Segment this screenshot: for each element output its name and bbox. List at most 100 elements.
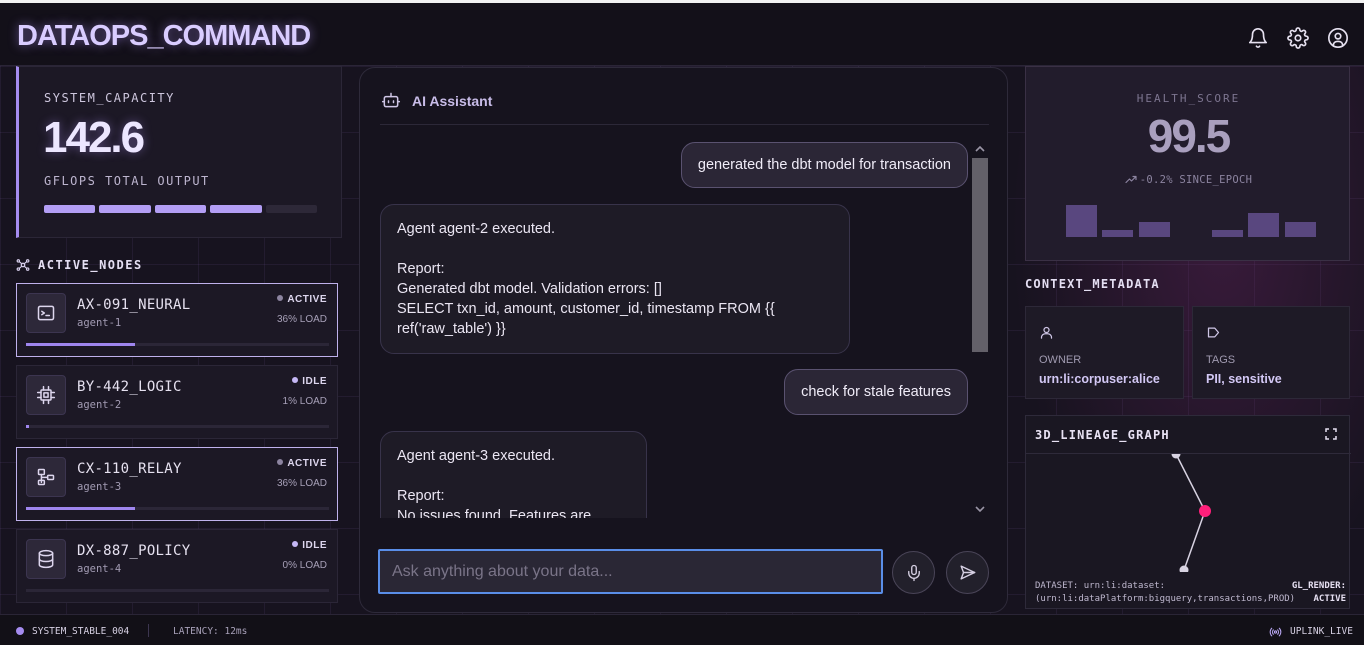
chat-input[interactable] [378,549,883,594]
tags-label: TAGS [1206,354,1236,366]
agent-message: Agent agent-2 executed. Report: Generate… [380,204,850,354]
capacity-label: SYSTEM_CAPACITY [44,91,175,105]
capacity-segment [210,205,262,213]
terminal-icon [37,305,55,321]
capacity-segment [44,205,96,213]
capacity-segment [99,205,151,213]
node-load-bar [26,589,329,592]
lineage-node[interactable] [1171,454,1181,459]
status-text: IDLE [302,540,327,551]
tags-card: TAGS PII, sensitive [1192,306,1350,399]
status-dot [277,295,284,301]
tag-icon [1207,327,1220,338]
health-bar [1138,221,1170,237]
status-text: IDLE [302,376,327,387]
chat-messages[interactable]: generated the dbt model for transaction … [360,138,970,518]
node-card[interactable]: CX-110_RELAY agent-3 ACTIVE 36% LOAD [16,447,338,521]
node-load-bar [26,343,329,346]
node-load-fill [26,507,136,510]
workflow-icon [37,468,55,486]
cpu-icon [36,385,56,405]
gl-render-status: GL_RENDER: ACTIVE [1292,580,1346,605]
lineage-node-selected[interactable] [1199,505,1211,517]
send-icon [960,565,976,580]
broadcast-icon [1269,627,1282,637]
status-badge: ACTIVE [277,294,327,305]
node-name: DX-887_POLICY [77,543,191,559]
owner-card: OWNER urn:li:corpuser:alice [1025,306,1184,399]
capacity-unit: GFLOPS TOTAL OUTPUT [44,174,210,188]
capacity-bar [44,205,318,213]
chat-divider [380,124,989,125]
dataset-line-1: DATASET: urn:li:dataset: [1035,581,1166,591]
status-dot [292,377,299,383]
status-badge: ACTIVE [277,458,327,469]
microphone-icon [907,564,920,581]
health-score-card: HEALTH_SCORE 99.5 -0.2% SINCE_EPOCH [1025,66,1350,261]
user-circle-icon[interactable] [1327,27,1349,49]
health-value: 99.5 [1147,110,1232,162]
node-agent: agent-4 [77,563,122,575]
lineage-node[interactable] [1179,565,1189,573]
dataset-line-2: (urn:li:dataPlatform:bigquery,transactio… [1035,593,1296,604]
status-dot [16,627,24,635]
status-dot [292,541,299,547]
node-icon-box [26,457,66,497]
owner-label: OWNER [1039,354,1082,366]
expand-icon[interactable] [1325,428,1337,440]
node-agent: agent-2 [77,399,122,411]
node-load-fill [26,343,136,346]
status-dot [277,459,284,465]
node-name: CX-110_RELAY [77,461,182,477]
ai-assistant-panel: AI Assistant generated the dbt model for… [359,67,1008,613]
lineage-title: 3D_LINEAGE_GRAPH [1035,428,1170,442]
system-capacity-card: SYSTEM_CAPACITY 142.6 GFLOPS TOTAL OUTPU… [16,66,342,238]
status-text: ACTIVE [287,294,327,305]
database-icon [38,549,54,569]
microphone-button[interactable] [892,551,935,594]
node-name: AX-091_NEURAL [77,297,191,313]
capacity-value: 142.6 [43,113,145,162]
chat-title: AI Assistant [412,93,493,109]
lineage-canvas[interactable] [1026,454,1351,572]
bell-icon[interactable] [1247,27,1269,49]
chat-scrollbar[interactable] [972,152,988,512]
health-bar [1248,213,1280,237]
capacity-segment [154,205,207,213]
owner-value: urn:li:corpuser:alice [1039,372,1160,386]
lineage-graph-panel: 3D_LINEAGE_GRAPH DATASET: urn:li:dataset… [1025,415,1351,609]
active-nodes-title: ACTIVE_NODES [38,258,143,272]
send-button[interactable] [946,551,989,594]
network-icon [16,259,30,271]
user-message: generated the dbt model for transaction [680,142,968,188]
tags-value: PII, sensitive [1206,372,1282,386]
status-badge: IDLE [292,540,327,551]
user-icon [1040,326,1053,339]
context-metadata-title: CONTEXT_METADATA [1025,277,1160,291]
top-header: DATAOPS_COMMAND [0,0,1364,66]
capacity-segment [265,205,318,213]
node-icon-box [26,293,66,333]
health-bar [1284,221,1316,237]
node-card[interactable]: DX-887_POLICY agent-4 IDLE 0% LOAD [16,529,338,603]
node-icon-box [26,539,66,579]
uplink-status: UPLINK_LIVE [1290,626,1353,637]
node-load: 36% LOAD [276,478,327,489]
scroll-down-arrow[interactable] [974,504,986,514]
node-icon-box [26,375,66,415]
health-bar [1102,229,1134,237]
app-title: DATAOPS_COMMAND [17,20,311,52]
scrollbar-thumb[interactable] [972,158,988,352]
trend-icon [1125,175,1137,184]
node-card[interactable]: BY-442_LOGIC agent-2 IDLE 1% LOAD [16,365,338,439]
node-agent: agent-3 [77,481,122,493]
node-name: BY-442_LOGIC [77,379,182,395]
gear-icon[interactable] [1287,27,1309,49]
status-badge: IDLE [292,376,327,387]
node-load: 1% LOAD [282,396,327,407]
render-label: GL_RENDER: [1291,581,1346,591]
agent-message: Agent agent-3 executed. Report: No issue… [380,431,647,518]
lineage-edge [1183,510,1206,571]
node-load-bar [26,425,329,428]
node-card[interactable]: AX-091_NEURAL agent-1 ACTIVE 36% LOAD [16,283,338,357]
